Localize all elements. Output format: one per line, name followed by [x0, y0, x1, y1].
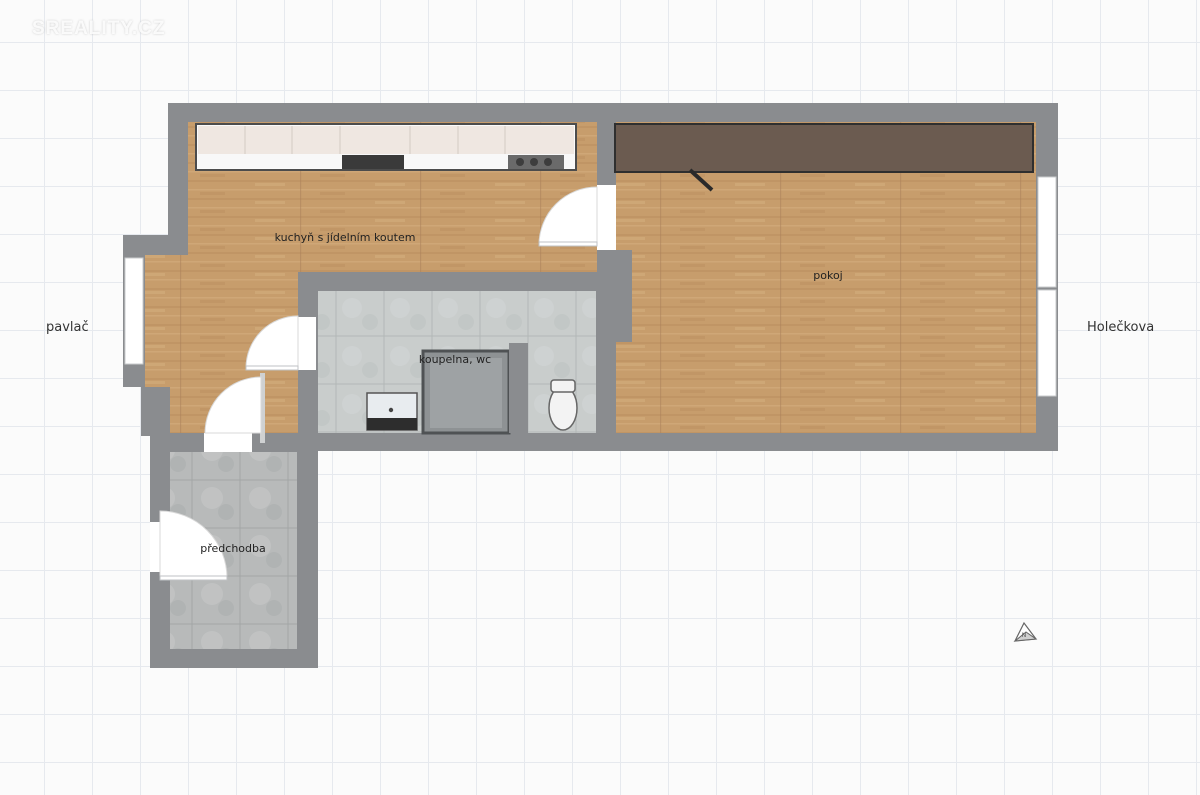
kitchen-counter — [195, 123, 577, 171]
room-label-room: pokoj — [813, 269, 843, 282]
room-label-hallway: předchodba — [200, 542, 266, 555]
side-label-left: pavlač — [46, 320, 89, 335]
north-arrow-icon: N — [1013, 621, 1038, 642]
svg-text:N: N — [1022, 632, 1027, 639]
room-label-kitchen: kuchyň s jídelním koutem — [274, 231, 416, 244]
sink-icon — [342, 155, 404, 169]
side-label-right: Holečkova — [1087, 320, 1155, 335]
room-label-bathroom: koupelna, wc — [418, 353, 492, 366]
floor-plan: N — [123, 103, 1058, 668]
